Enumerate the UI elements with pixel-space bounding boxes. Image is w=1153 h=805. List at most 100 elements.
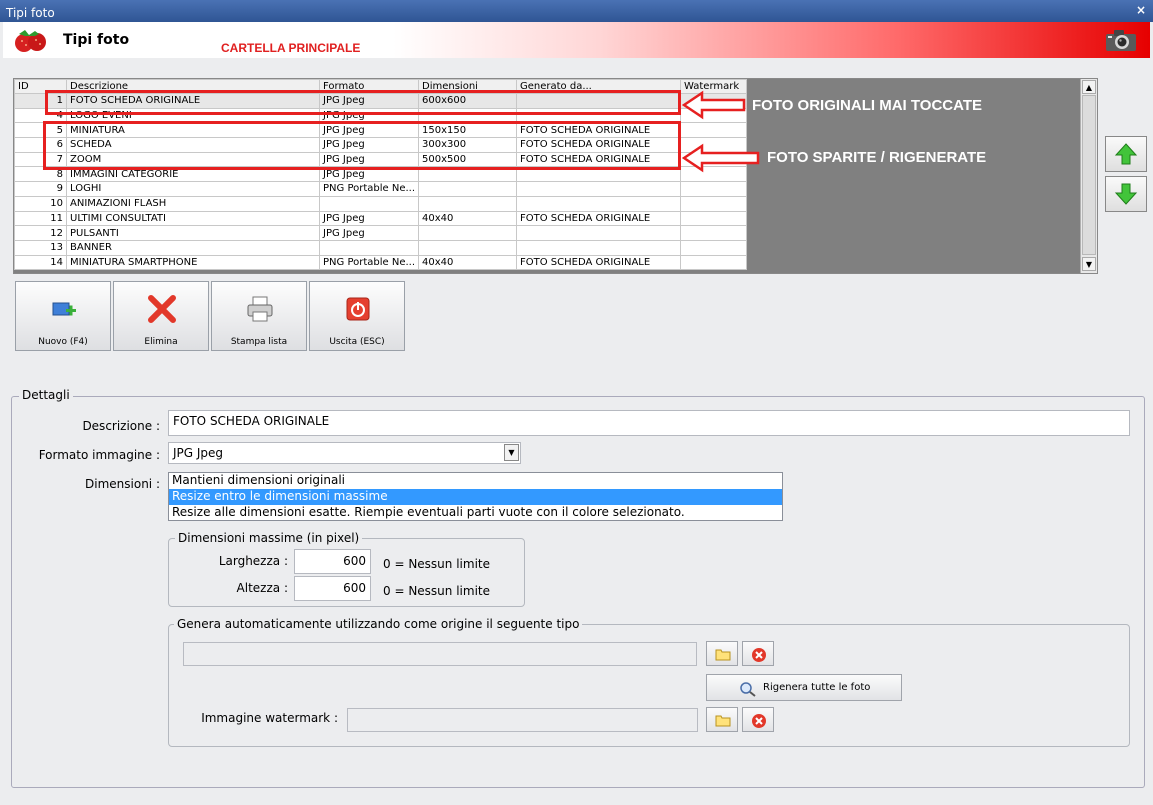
watermark-clear-button[interactable] bbox=[742, 707, 774, 732]
cell-dimensions: 600x600 bbox=[418, 93, 517, 109]
table-row[interactable]: 5 MINIATURA JPG Jpeg 150x150 FOTO SCHEDA ORI… bbox=[14, 122, 747, 139]
column-header-id[interactable]: ID bbox=[14, 79, 67, 94]
dimension-option-resize-exact[interactable]: Resize alle dimensioni esatte. Riempie e… bbox=[169, 505, 782, 521]
column-header-dimensions[interactable]: Dimensioni bbox=[418, 79, 517, 94]
power-icon bbox=[346, 297, 370, 321]
table-row[interactable]: 14 MINIATURA SMARTPHONE PNG Portable Ne...… bbox=[14, 254, 747, 271]
column-header-description[interactable]: Descrizione bbox=[66, 79, 320, 94]
cell-id: 5 bbox=[14, 122, 67, 139]
cell-watermark bbox=[680, 122, 747, 139]
cell-dimensions bbox=[418, 107, 517, 124]
details-legend: Dettagli bbox=[19, 388, 73, 402]
move-up-button[interactable] bbox=[1105, 136, 1147, 172]
autogen-legend: Genera automaticamente utilizzando come … bbox=[174, 617, 583, 631]
cell-description: MINIATURA bbox=[66, 122, 320, 139]
folder-icon bbox=[715, 649, 731, 661]
move-down-button[interactable] bbox=[1105, 176, 1147, 212]
cell-id: 4 bbox=[14, 107, 67, 124]
cell-dimensions: 40x40 bbox=[418, 210, 517, 227]
table-row[interactable]: 1 FOTO SCHEDA ORIGINALE JPG Jpeg 600x600 bbox=[14, 93, 747, 109]
header-banner: Tipi foto CARTELLA PRINCIPALE bbox=[3, 22, 1150, 58]
cell-format: JPG Jpeg bbox=[319, 93, 419, 109]
cell-description: IMMAGINI CATEGORIE bbox=[66, 166, 320, 183]
grid-scrollbar[interactable]: ▲ ▼ bbox=[1080, 79, 1097, 273]
cell-dimensions bbox=[418, 225, 517, 241]
cell-format: JPG Jpeg bbox=[319, 107, 419, 124]
table-row[interactable]: 8 IMMAGINI CATEGORIE JPG Jpeg bbox=[14, 166, 747, 183]
print-list-button[interactable]: Stampa lista bbox=[211, 281, 307, 351]
cell-id: 12 bbox=[14, 225, 67, 241]
folder-icon bbox=[715, 715, 731, 727]
close-icon[interactable]: × bbox=[1136, 3, 1146, 17]
width-input[interactable]: 600 bbox=[294, 549, 371, 574]
cell-id: 14 bbox=[14, 254, 67, 271]
cell-id: 1 bbox=[14, 93, 67, 109]
source-clear-button[interactable] bbox=[742, 641, 774, 666]
watermark-field[interactable] bbox=[347, 708, 698, 732]
table-row[interactable]: 6 SCHEDA JPG Jpeg 300x300 FOTO SCHEDA ORIGIN… bbox=[14, 137, 747, 153]
new-button[interactable]: Nuovo (F4) bbox=[15, 281, 111, 351]
cell-format bbox=[319, 195, 419, 212]
table-row[interactable]: 12 PULSANTI JPG Jpeg bbox=[14, 225, 747, 241]
table-row[interactable]: 7 ZOOM JPG Jpeg 500x500 FOTO SCHEDA ORIGINAL… bbox=[14, 151, 747, 168]
cell-watermark bbox=[680, 254, 747, 271]
cell-id: 6 bbox=[14, 137, 67, 153]
cell-generated-by: FOTO SCHEDA ORIGINALE bbox=[516, 122, 681, 139]
exit-button[interactable]: Uscita (ESC) bbox=[309, 281, 405, 351]
height-hint: 0 = Nessun limite bbox=[383, 584, 490, 598]
cell-description: LOGO EVENI bbox=[66, 107, 320, 124]
dimensions-listbox[interactable]: Mantieni dimensioni originali Resize ent… bbox=[168, 472, 783, 521]
arrow-down-icon bbox=[1114, 183, 1138, 205]
table-row[interactable]: 11 ULTIMI CONSULTATI JPG Jpeg 40x40 FOTO SCH… bbox=[14, 210, 747, 227]
cell-watermark bbox=[680, 225, 747, 241]
delete-button[interactable]: Elimina bbox=[113, 281, 209, 351]
annotation-main-folder: CARTELLA PRINCIPALE bbox=[221, 41, 361, 55]
cell-description: FOTO SCHEDA ORIGINALE bbox=[66, 93, 320, 109]
cell-format: JPG Jpeg bbox=[319, 210, 419, 227]
height-input[interactable]: 600 bbox=[294, 576, 371, 601]
new-item-icon bbox=[52, 302, 76, 316]
print-list-label: Stampa lista bbox=[230, 337, 288, 347]
source-type-field[interactable] bbox=[183, 642, 697, 666]
cell-description: SCHEDA bbox=[66, 137, 320, 153]
scroll-down-icon[interactable]: ▼ bbox=[1082, 257, 1096, 271]
column-header-generated-by[interactable]: Generato da... bbox=[516, 79, 681, 94]
scroll-thumb[interactable] bbox=[1082, 95, 1096, 255]
watermark-label: Immagine watermark : bbox=[201, 711, 338, 725]
cell-format: JPG Jpeg bbox=[319, 137, 419, 153]
cell-description: ANIMAZIONI FLASH bbox=[66, 195, 320, 212]
scroll-up-icon[interactable]: ▲ bbox=[1082, 80, 1096, 94]
window-titlebar: Tipi foto × bbox=[0, 0, 1153, 22]
table-row[interactable]: 9 LOGHI PNG Portable Ne... bbox=[14, 181, 747, 197]
description-label: Descrizione : bbox=[82, 419, 160, 433]
cell-watermark bbox=[680, 239, 747, 256]
table-row[interactable]: 13 BANNER bbox=[14, 239, 747, 256]
cell-id: 8 bbox=[14, 166, 67, 183]
cell-generated-by: FOTO SCHEDA ORIGINALE bbox=[516, 210, 681, 227]
cell-id: 13 bbox=[14, 239, 67, 256]
magnifier-refresh-icon bbox=[740, 682, 756, 697]
exit-button-label: Uscita (ESC) bbox=[329, 337, 385, 347]
table-row[interactable]: 4 LOGO EVENI JPG Jpeg bbox=[14, 107, 747, 124]
chevron-down-icon[interactable]: ▼ bbox=[504, 444, 519, 461]
width-label: Larghezza : bbox=[218, 554, 288, 568]
column-header-format[interactable]: Formato bbox=[319, 79, 419, 94]
cell-description: ULTIMI CONSULTATI bbox=[66, 210, 320, 227]
cell-dimensions bbox=[418, 181, 517, 197]
strawberry-icon bbox=[15, 30, 46, 52]
regenerate-all-button[interactable]: Rigenera tutte le foto bbox=[706, 674, 902, 701]
table-row[interactable]: 10 ANIMAZIONI FLASH bbox=[14, 195, 747, 212]
annotation-regenerated-text: FOTO SPARITE / RIGENERATE bbox=[767, 149, 987, 166]
dimension-option-resize-max[interactable]: Resize entro le dimensioni massime bbox=[169, 489, 782, 505]
dimension-option-keep-original[interactable]: Mantieni dimensioni originali bbox=[169, 473, 782, 489]
cell-format: JPG Jpeg bbox=[319, 151, 419, 168]
cell-generated-by bbox=[516, 181, 681, 197]
arrow-left-icon bbox=[682, 90, 746, 120]
format-label: Formato immagine : bbox=[38, 448, 160, 462]
description-input[interactable]: FOTO SCHEDA ORIGINALE bbox=[168, 410, 1130, 436]
watermark-browse-button[interactable] bbox=[706, 707, 738, 732]
source-browse-button[interactable] bbox=[706, 641, 738, 666]
cell-dimensions bbox=[418, 239, 517, 256]
camera-icon bbox=[1106, 30, 1136, 51]
format-select[interactable]: JPG Jpeg ▼ bbox=[168, 442, 521, 464]
